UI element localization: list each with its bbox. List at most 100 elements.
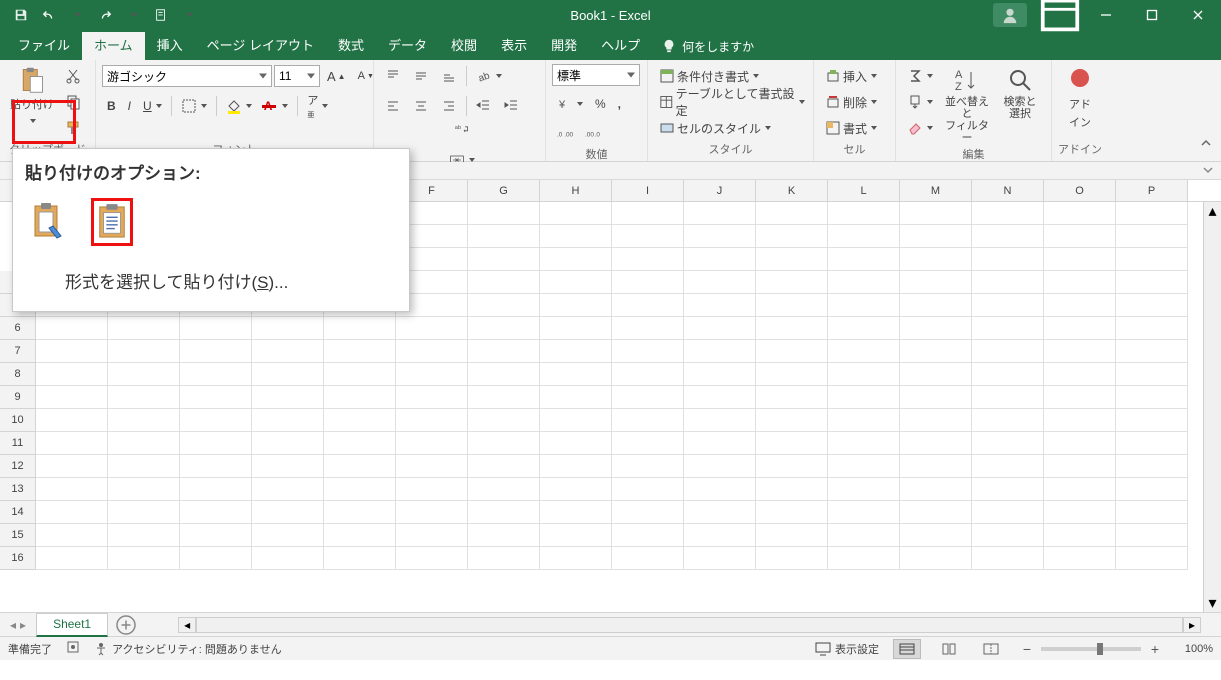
- new-button[interactable]: [148, 2, 174, 28]
- increase-decimal-button[interactable]: .0.00: [552, 122, 578, 146]
- redo-dropdown[interactable]: [120, 2, 146, 28]
- borders-button[interactable]: [176, 94, 212, 118]
- scroll-left-button[interactable]: ◂: [178, 617, 196, 633]
- scroll-right-button[interactable]: ▸: [1183, 617, 1201, 633]
- column-header[interactable]: P: [1116, 180, 1188, 201]
- paste-button[interactable]: 貼り付け: [6, 64, 58, 128]
- close-button[interactable]: [1175, 0, 1221, 30]
- sort-filter-button[interactable]: AZ 並べ替えと フィルター: [938, 64, 996, 146]
- align-top-button[interactable]: [380, 64, 406, 88]
- row-header[interactable]: 7: [0, 340, 35, 363]
- font-color-button[interactable]: A: [259, 94, 294, 118]
- zoom-slider[interactable]: [1041, 647, 1141, 651]
- tab-review[interactable]: 校閲: [439, 32, 489, 60]
- undo-button[interactable]: [36, 2, 62, 28]
- scroll-down-button[interactable]: ▾: [1204, 594, 1221, 612]
- ribbon-display-options[interactable]: [1037, 0, 1083, 30]
- delete-cells-button[interactable]: 削除: [820, 90, 892, 114]
- row-header[interactable]: 15: [0, 524, 35, 547]
- view-pagebreak-button[interactable]: [977, 639, 1005, 659]
- zoom-in-button[interactable]: +: [1147, 641, 1163, 657]
- accounting-format-button[interactable]: ¥: [552, 92, 588, 116]
- decrease-indent-button[interactable]: [471, 94, 497, 118]
- font-size-select[interactable]: 11: [274, 65, 320, 87]
- column-header[interactable]: L: [828, 180, 900, 201]
- tab-insert[interactable]: 挿入: [145, 32, 195, 60]
- sheet-nav-prev[interactable]: ◂: [10, 618, 16, 632]
- align-right-button[interactable]: [436, 94, 462, 118]
- decrease-decimal-button[interactable]: .00.0: [580, 122, 606, 146]
- sheet-tab-sheet1[interactable]: Sheet1: [36, 613, 108, 637]
- redo-button[interactable]: [92, 2, 118, 28]
- tell-me-search[interactable]: 何をしますか: [652, 32, 764, 60]
- cell-styles-button[interactable]: セルのスタイル: [654, 116, 810, 140]
- percent-button[interactable]: %: [590, 92, 611, 116]
- accessibility-status[interactable]: アクセシビリティ: 問題ありません: [94, 641, 282, 657]
- row-header[interactable]: 11: [0, 432, 35, 455]
- horizontal-scrollbar[interactable]: ◂ ▸: [178, 617, 1201, 633]
- insert-cells-button[interactable]: 挿入: [820, 64, 892, 88]
- macro-record-icon[interactable]: [66, 640, 80, 657]
- row-header[interactable]: 12: [0, 455, 35, 478]
- sheet-nav-next[interactable]: ▸: [20, 618, 26, 632]
- paste-keep-source-button[interactable]: [27, 198, 69, 246]
- row-header[interactable]: 13: [0, 478, 35, 501]
- autosum-button[interactable]: [902, 64, 938, 88]
- font-name-select[interactable]: 游ゴシック: [102, 65, 272, 87]
- row-header[interactable]: 6: [0, 317, 35, 340]
- underline-button[interactable]: U: [138, 94, 167, 118]
- maximize-button[interactable]: [1129, 0, 1175, 30]
- row-header[interactable]: 14: [0, 501, 35, 524]
- tab-file[interactable]: ファイル: [6, 32, 82, 60]
- fill-button[interactable]: [902, 90, 938, 114]
- column-header[interactable]: I: [612, 180, 684, 201]
- increase-font-button[interactable]: A▲: [322, 64, 351, 88]
- vertical-scrollbar[interactable]: ▴ ▾: [1203, 202, 1221, 612]
- view-normal-button[interactable]: [893, 639, 921, 659]
- tab-developer[interactable]: 開発: [539, 32, 589, 60]
- format-cells-button[interactable]: 書式: [820, 116, 892, 140]
- column-header[interactable]: J: [684, 180, 756, 201]
- undo-dropdown[interactable]: [64, 2, 90, 28]
- add-sheet-button[interactable]: [114, 613, 138, 637]
- tab-help[interactable]: ヘルプ: [589, 32, 652, 60]
- tab-view[interactable]: 表示: [489, 32, 539, 60]
- column-header[interactable]: H: [540, 180, 612, 201]
- italic-button[interactable]: I: [123, 94, 136, 118]
- phonetic-button[interactable]: ア亜: [302, 94, 333, 118]
- account-button[interactable]: [993, 3, 1027, 27]
- wrap-text-button[interactable]: ab: [384, 118, 539, 142]
- tab-home[interactable]: ホーム: [82, 32, 145, 60]
- column-header[interactable]: K: [756, 180, 828, 201]
- minimize-button[interactable]: [1083, 0, 1129, 30]
- paste-special-menuitem[interactable]: 形式を選択して貼り付け(S)...: [25, 258, 397, 297]
- row-header[interactable]: 9: [0, 386, 35, 409]
- row-header[interactable]: 10: [0, 409, 35, 432]
- tab-data[interactable]: データ: [376, 32, 439, 60]
- collapse-ribbon-button[interactable]: [1199, 136, 1213, 155]
- row-header[interactable]: 16: [0, 547, 35, 570]
- tab-pagelayout[interactable]: ページ レイアウト: [195, 32, 326, 60]
- save-button[interactable]: [8, 2, 34, 28]
- format-as-table-button[interactable]: テーブルとして書式設定: [654, 90, 810, 114]
- align-middle-button[interactable]: [408, 64, 434, 88]
- column-header[interactable]: O: [1044, 180, 1116, 201]
- scroll-up-button[interactable]: ▴: [1204, 202, 1221, 220]
- paste-text-only-button[interactable]: [91, 198, 133, 246]
- orientation-button[interactable]: ab: [471, 64, 507, 88]
- zoom-out-button[interactable]: −: [1019, 641, 1035, 657]
- fill-color-button[interactable]: [221, 94, 257, 118]
- tab-formulas[interactable]: 数式: [326, 32, 376, 60]
- display-settings-button[interactable]: 表示設定: [815, 641, 879, 657]
- view-pagelayout-button[interactable]: [935, 639, 963, 659]
- column-header[interactable]: N: [972, 180, 1044, 201]
- find-select-button[interactable]: 検索と 選択: [996, 64, 1044, 122]
- align-left-button[interactable]: [380, 94, 406, 118]
- clear-button[interactable]: [902, 116, 938, 140]
- comma-button[interactable]: ,: [613, 92, 626, 116]
- increase-indent-button[interactable]: [499, 94, 525, 118]
- zoom-level[interactable]: 100%: [1169, 643, 1213, 655]
- addins-button[interactable]: アド イン: [1058, 64, 1102, 132]
- qat-customize[interactable]: [176, 2, 202, 28]
- copy-button[interactable]: [60, 90, 86, 114]
